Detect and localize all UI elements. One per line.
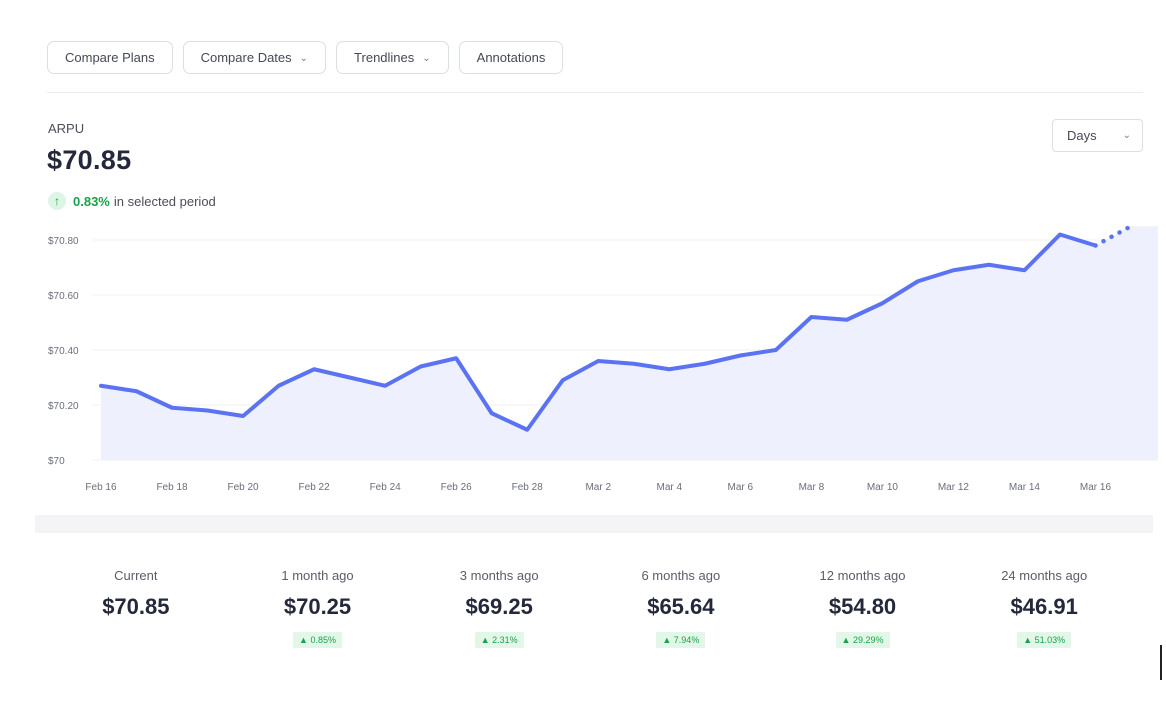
stat-label: Current	[114, 568, 158, 583]
triangle-up-icon: ▲	[1023, 635, 1035, 645]
x-tick-label: Mar 8	[799, 482, 825, 493]
annotations-button[interactable]: Annotations	[458, 41, 564, 74]
stat-value: $69.25	[465, 594, 533, 619]
chart-area	[101, 226, 1158, 460]
stat-value: $70.25	[283, 594, 352, 619]
stat-6-months: 6 months ago $65.64 ▲ 7.94%	[590, 568, 772, 648]
compare-plans-label: Compare Plans	[65, 50, 155, 65]
historical-stats: Current $70.85 ▲ 1 month ago $70.25 ▲ 0.…	[45, 568, 1135, 648]
y-tick-label: $70.80	[48, 236, 79, 247]
arrow-up-icon: ↑	[48, 192, 66, 210]
stat-1-month: 1 month ago $70.25 ▲ 0.85%	[227, 568, 409, 648]
metric-label: ARPU	[48, 121, 85, 136]
section-separator	[35, 515, 1153, 533]
x-tick-label: Mar 14	[1009, 482, 1041, 493]
x-tick-label: Feb 18	[156, 482, 188, 493]
stat-label: 12 months ago	[819, 568, 906, 583]
trendlines-button[interactable]: Trendlines ⌄	[336, 41, 449, 74]
triangle-up-icon: ▲	[480, 635, 493, 645]
triangle-up-icon: ▲	[841, 635, 853, 645]
x-tick-label: Feb 26	[441, 482, 473, 493]
x-tick-label: Mar 6	[728, 482, 754, 493]
triangle-up-icon: ▲	[662, 635, 674, 645]
stat-label: 3 months ago	[459, 568, 539, 583]
stat-change-badge: ▲ 2.31%	[474, 632, 524, 648]
triangle-up-icon: ▲	[299, 635, 311, 645]
y-tick-label: $70.40	[48, 346, 79, 357]
arpu-chart: $70 $70.20 $70.40 $70.60 $70.80 Feb 16 Feb 18…	[48, 225, 1158, 493]
y-tick-label: $70	[48, 456, 65, 467]
compare-plans-button[interactable]: Compare Plans	[47, 41, 173, 74]
y-tick-label: $70.20	[48, 401, 79, 412]
x-axis-labels: Feb 16 Feb 18 Feb 20 Feb 22 Feb 24 Feb 26 Feb …	[85, 482, 1111, 493]
x-tick-label: Feb 24	[370, 482, 402, 493]
x-tick-label: Mar 10	[867, 482, 899, 493]
annotations-label: Annotations	[476, 50, 546, 65]
change-percent: 0.83%	[73, 193, 110, 209]
trendlines-label: Trendlines	[354, 50, 415, 65]
x-tick-label: Feb 16	[85, 482, 117, 493]
y-tick-label: $70.60	[48, 291, 79, 302]
compare-dates-label: Compare Dates	[200, 50, 292, 65]
compare-dates-button[interactable]: Compare Dates ⌄	[182, 41, 327, 74]
x-tick-label: Feb 20	[227, 482, 259, 493]
y-axis-labels: $70 $70.20 $70.40 $70.60 $70.80	[48, 236, 79, 467]
stat-value: $70.85	[102, 594, 170, 619]
stat-24-months: 24 months ago $46.91 ▲ 51.03%	[953, 568, 1135, 648]
stat-label: 24 months ago	[1001, 568, 1088, 583]
x-tick-label: Mar 2	[585, 482, 611, 493]
period-change: ↑ 0.83% in selected period	[48, 192, 216, 210]
metric-value: $70.85	[47, 145, 132, 175]
chart-toolbar: Compare Plans Compare Dates ⌄ Trendlines…	[47, 41, 564, 74]
stat-12-months: 12 months ago $54.80 ▲ 29.29%	[772, 568, 954, 648]
stat-current: Current $70.85 ▲	[45, 568, 227, 648]
stat-value: $54.80	[828, 594, 897, 619]
stat-change-badge: ▲ 0.85%	[293, 632, 342, 648]
chevron-down-icon: ⌄	[422, 53, 431, 64]
stat-value: $65.64	[647, 594, 715, 619]
change-text: in selected period	[113, 193, 216, 209]
x-tick-label: Mar 4	[656, 482, 682, 493]
stat-3-months: 3 months ago $69.25 ▲ 2.31%	[408, 568, 590, 648]
text-cursor	[1160, 645, 1162, 680]
period-select-value: Days	[1067, 128, 1097, 143]
chevron-down-icon: ⌄	[1122, 130, 1131, 141]
stat-change-badge: ▲ 7.94%	[656, 632, 706, 648]
period-select[interactable]: Days ⌄	[1052, 119, 1143, 152]
x-tick-label: Mar 16	[1080, 482, 1112, 493]
stat-label: 6 months ago	[641, 568, 721, 583]
toolbar-divider	[47, 92, 1143, 93]
stat-label: 1 month ago	[281, 568, 354, 583]
stat-value: $46.91	[1010, 594, 1078, 619]
stat-change-badge: ▲ 51.03%	[1017, 632, 1072, 648]
chevron-down-icon: ⌄	[299, 53, 309, 64]
x-tick-label: Mar 12	[938, 482, 970, 493]
x-tick-label: Feb 22	[299, 482, 331, 493]
stat-change-badge: ▲ 29.29%	[835, 632, 890, 648]
x-tick-label: Feb 28	[512, 482, 544, 493]
